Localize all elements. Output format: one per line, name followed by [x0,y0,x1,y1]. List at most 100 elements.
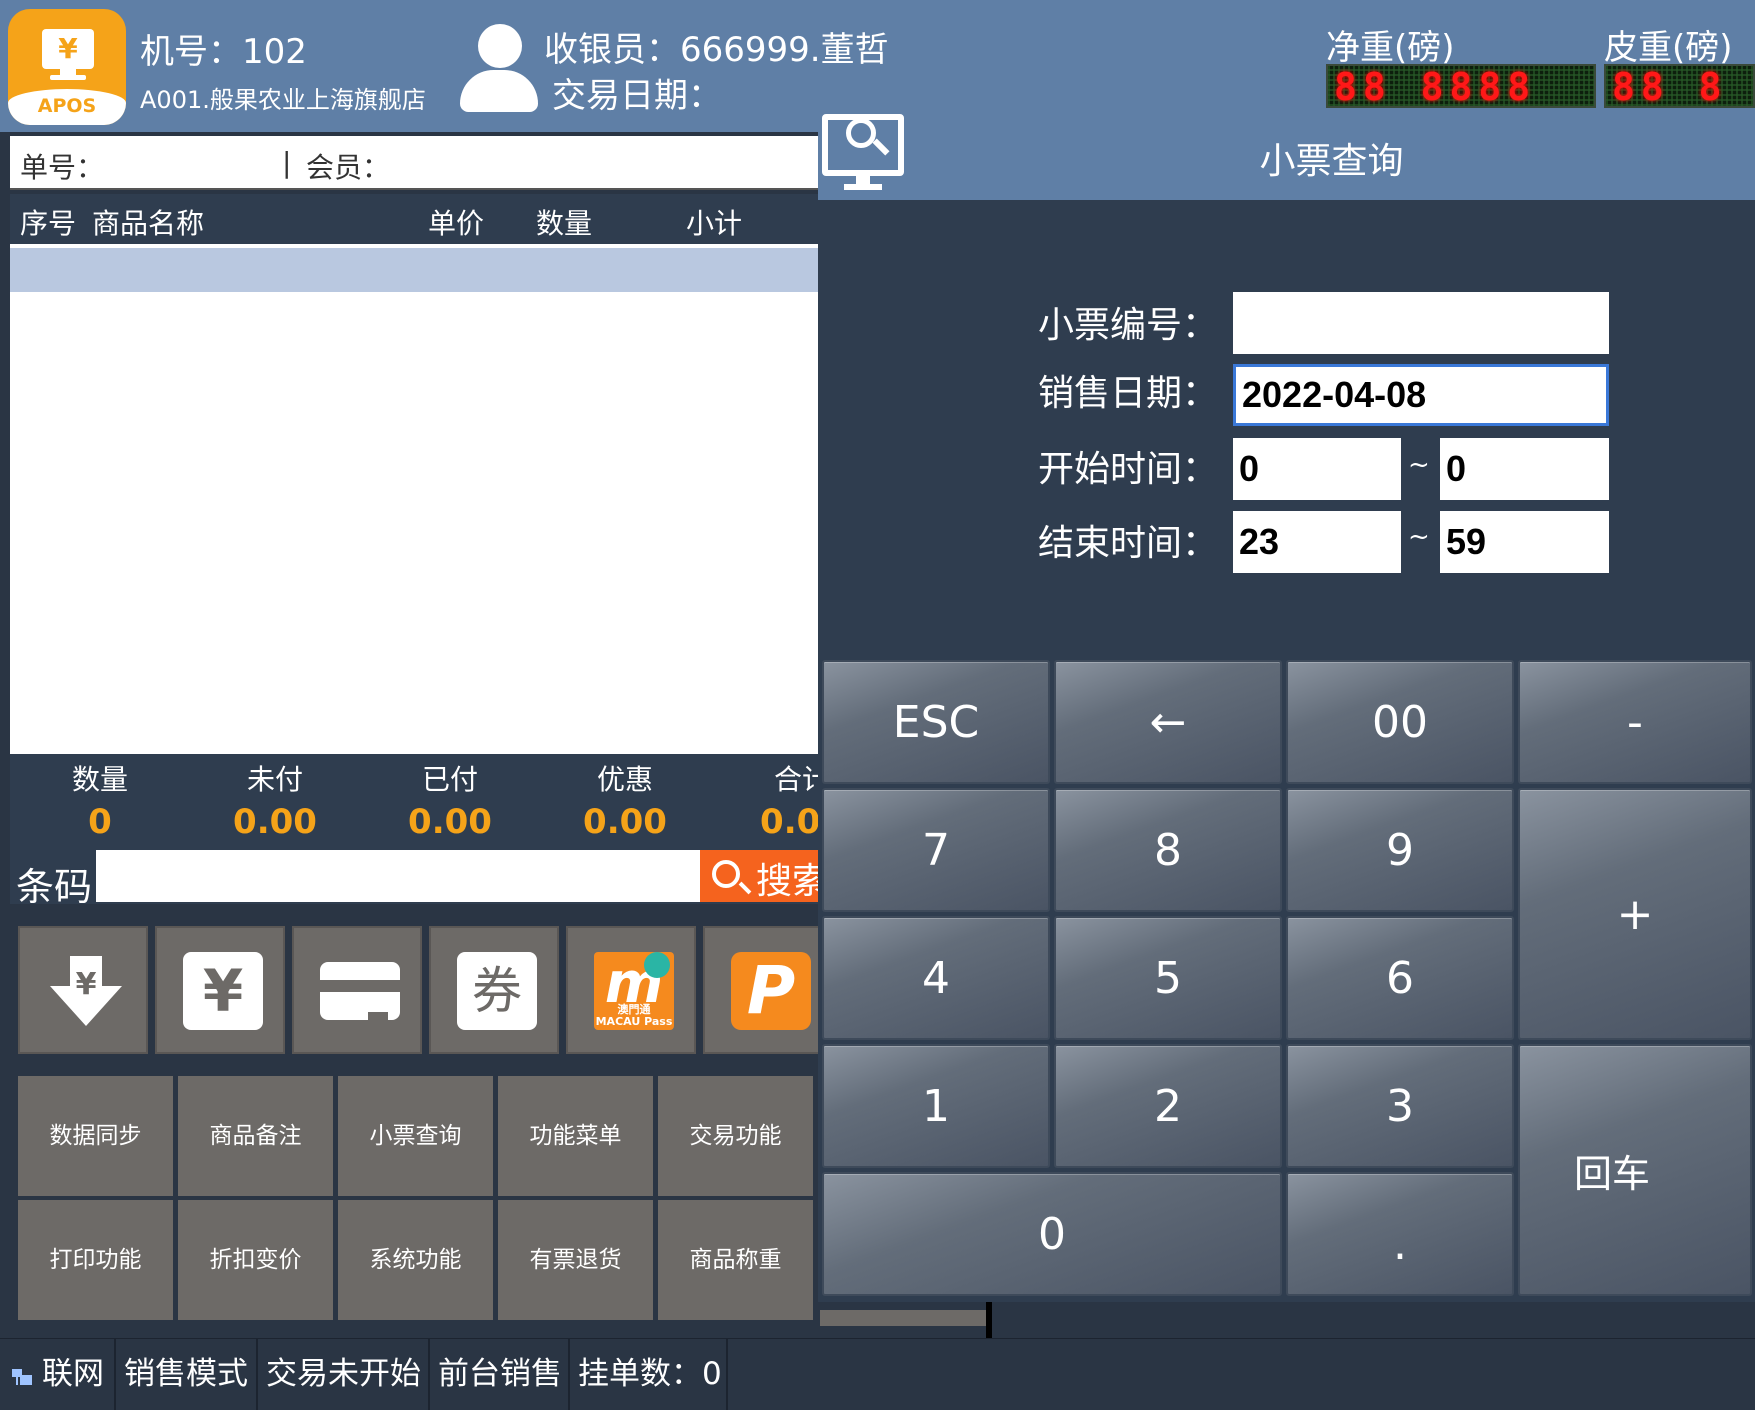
svg-text:¥: ¥ [76,967,97,1002]
paid-label: 已付 [421,763,478,796]
function-grid: 数据同步 商品备注 小票查询 功能菜单 交易功能 打印功能 折扣变价 系统功能 … [10,1070,890,1330]
net-weight-label: 净重(磅) [1326,28,1455,68]
dialog-title: 小票查询 [1259,141,1404,182]
order-info-bar: 单号： | 会员： [10,136,820,190]
key-5[interactable]: 5 [1054,916,1282,1040]
trade-function-button[interactable]: 交易功能 [658,1076,813,1196]
trade-date: 交易日期： [552,76,722,116]
receipt-return-button[interactable]: 有票退货 [498,1200,653,1320]
net-weight-digits: 88 8888 [1334,65,1537,109]
cash-drawer-icon: ¥ [46,952,126,1030]
cash-drawer-button[interactable]: ¥ [18,926,148,1054]
sale-date-input[interactable] [1233,364,1609,426]
col-index: 序号 [20,207,77,240]
search-icon [712,860,740,888]
user-icon [458,24,540,112]
key-4[interactable]: 4 [822,916,1050,1040]
key-0[interactable]: 0 [822,1172,1282,1296]
key-2[interactable]: 2 [1054,1044,1282,1168]
sale-date-label: 销售日期： [1037,373,1218,414]
key-plus[interactable]: + [1518,788,1752,1040]
sale-type-status: 前台销售 [432,1339,570,1410]
quantity-label: 数量 [71,763,128,796]
key-3[interactable]: 3 [1286,1044,1514,1168]
receipt-number-input[interactable] [1233,292,1609,354]
key-backspace[interactable]: ← [1054,660,1282,784]
barcode-input[interactable] [96,850,700,902]
receipt-query-dialog: 小票查询 小票编号： 销售日期： 开始时间： ~ 结束时间： ~ ESC ← 0… [818,108,1755,1302]
yuan-icon: ¥ [42,29,94,69]
member-label[interactable]: 会员： [306,146,390,186]
order-number-label: 单号： [20,151,105,184]
cash-payment-button[interactable]: ¥ [155,926,285,1054]
key-1[interactable]: 1 [822,1044,1050,1168]
p-pay-icon: P [731,952,811,1030]
table-row[interactable] [10,248,820,292]
cashier-info: 收银员：666999.董哲 [544,30,889,70]
print-function-button[interactable]: 打印功能 [18,1200,173,1320]
dialog-title-bar: 小票查询 [818,108,1755,200]
quantity-total: 数量 0 [40,754,160,842]
function-menu-button[interactable]: 功能菜单 [498,1076,653,1196]
end-time-label: 结束时间： [1037,523,1218,564]
key-minus[interactable]: - [1518,660,1752,784]
net-weight-display: 88 8888 [1326,64,1596,108]
key-9[interactable]: 9 [1286,788,1514,912]
macau-pass-icon: m 澳門通 MACAU Pass [594,951,674,1030]
barcode-row: 条码 搜索 [10,850,850,909]
macau-pass-button[interactable]: m 澳門通 MACAU Pass [566,926,696,1054]
key-double-zero[interactable]: 00 [1286,660,1514,784]
p-pay-button[interactable]: P [703,926,823,1054]
start-hour-input[interactable] [1233,438,1401,500]
function-grid-edge [820,1310,986,1326]
col-quantity: 数量 [536,207,593,240]
unpaid-label: 未付 [246,763,303,796]
coupon-button[interactable]: 券 [429,926,559,1054]
network-text: 联网 [42,1356,104,1392]
separator: | [282,146,292,179]
tare-weight-digits: 88 8 [1612,65,1728,109]
logo-text: APOS [8,89,126,125]
key-7[interactable]: 7 [822,788,1050,912]
network-icon [12,1365,34,1387]
receipt-query-button[interactable]: 小票查询 [338,1076,493,1196]
col-price: 单价 [428,207,485,240]
mode-status: 销售模式 [118,1339,258,1410]
discount-price-button[interactable]: 折扣变价 [178,1200,333,1320]
paid-value: 0.00 [408,802,492,842]
item-table[interactable] [10,244,820,754]
unpaid-total: 未付 0.00 [215,754,335,842]
key-enter[interactable]: 回车 [1518,1044,1752,1296]
start-minute-input[interactable] [1440,438,1609,500]
key-esc[interactable]: ESC [822,660,1050,784]
key-dot[interactable]: . [1286,1172,1514,1296]
key-8[interactable]: 8 [1054,788,1282,912]
trade-status: 交易未开始 [260,1339,430,1410]
item-table-header: 序号 商品名称 单价 数量 小计 [10,194,820,244]
card-payment-button[interactable] [292,926,422,1054]
tare-weight-label: 皮重(磅) [1604,28,1733,68]
data-sync-button[interactable]: 数据同步 [18,1076,173,1196]
discount-value: 0.00 [583,802,667,842]
start-time-label: 开始时间： [1037,449,1218,490]
paid-total: 已付 0.00 [390,754,510,842]
product-note-button[interactable]: 商品备注 [178,1076,333,1196]
discount-total: 优惠 0.00 [565,754,685,842]
key-6[interactable]: 6 [1286,916,1514,1040]
apos-logo: ¥ APOS [8,9,126,125]
yuan-icon: ¥ [183,952,263,1030]
divider [986,1300,992,1338]
range-separator: ~ [1408,522,1430,552]
range-separator: ~ [1408,450,1430,480]
numeric-keypad: ESC ← 00 - 7 8 9 + 4 5 6 1 2 3 回车 0 . [822,660,1752,1296]
card-icon [320,962,400,1020]
hold-count-status: 挂单数：0 [572,1339,728,1410]
store-name: A001.般果农业上海旗舰店 [140,86,426,114]
end-hour-input[interactable] [1233,511,1401,573]
tare-weight-display: 88 8 [1604,64,1755,108]
network-status: 联网 [0,1339,116,1410]
end-minute-input[interactable] [1440,511,1609,573]
payment-methods: ¥ ¥ 券 m 澳門通 MACAU Pass P [10,914,823,1060]
product-weigh-button[interactable]: 商品称重 [658,1200,813,1320]
system-function-button[interactable]: 系统功能 [338,1200,493,1320]
